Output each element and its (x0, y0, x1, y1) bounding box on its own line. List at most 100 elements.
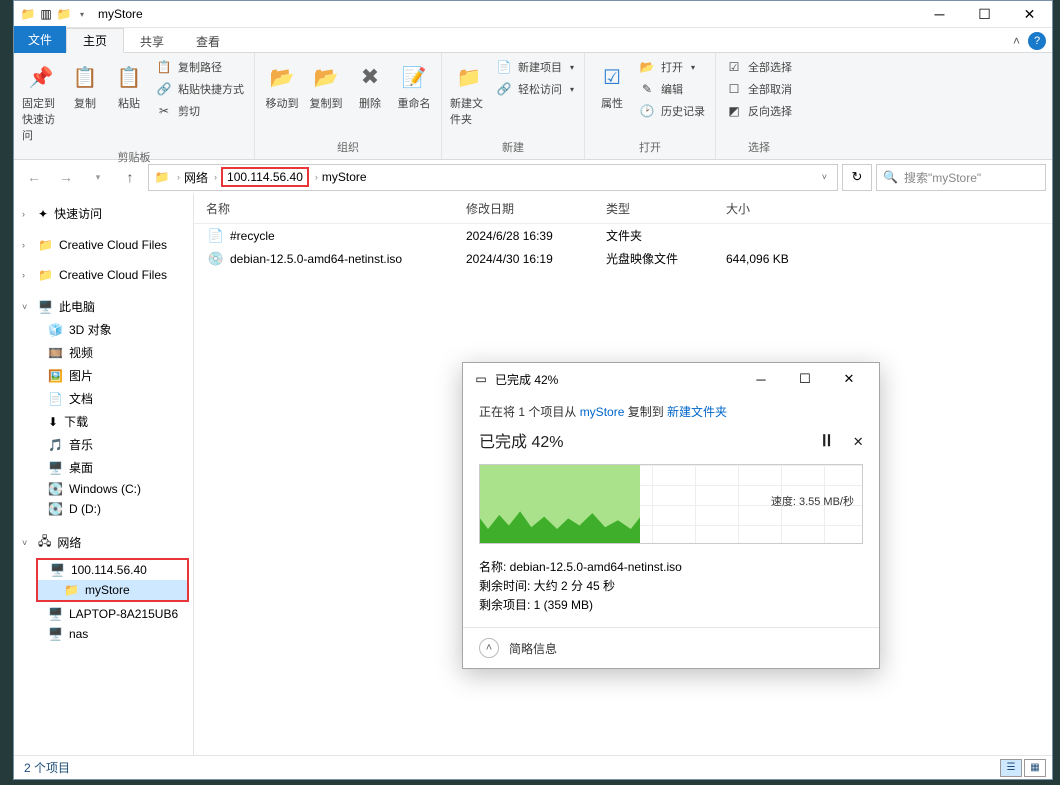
dialog-minimize-button[interactable]: ─ (741, 365, 781, 393)
invert-selection-button[interactable]: ◩反向选择 (722, 101, 796, 121)
nav-this-pc[interactable]: ˅🖥️此电脑 (14, 295, 193, 318)
collapse-ribbon-icon[interactable]: ˄ (1013, 34, 1020, 48)
nav-pictures[interactable]: 🖼️图片 (14, 364, 193, 387)
edit-button[interactable]: ✎编辑 (635, 79, 709, 99)
ribbon-group-open: 属性 📂打开▾ ✎编辑 🕑历史记录 打开 (585, 53, 716, 159)
close-button[interactable]: ✕ (1007, 1, 1052, 28)
help-icon[interactable]: ? (1028, 32, 1046, 50)
column-date[interactable]: 修改日期 (466, 200, 606, 217)
nav-videos[interactable]: 🎞️视频 (14, 341, 193, 364)
detail-time-value: 大约 2 分 45 秒 (534, 579, 615, 593)
new-item-button[interactable]: 📄新建项目▾ (492, 57, 578, 77)
icons-view-button[interactable]: ▦ (1024, 759, 1046, 777)
action-mid: 复制到 (624, 405, 667, 419)
dialog-more-row[interactable]: ˄ 简略信息 (463, 627, 879, 668)
chevron-right-icon[interactable]: › (313, 172, 320, 182)
file-row[interactable]: 📄#recycle2024/6/28 16:39文件夹 (194, 224, 1052, 247)
open-button[interactable]: 📂打开▾ (635, 57, 709, 77)
up-button[interactable]: ↑ (116, 164, 144, 190)
paste-button[interactable]: 粘贴 (108, 57, 150, 115)
search-input[interactable]: 🔍 搜索"myStore" (876, 164, 1046, 191)
move-to-button[interactable]: 移动到 (261, 57, 303, 115)
nav-mystore[interactable]: 📁myStore (38, 580, 187, 600)
select-all-button[interactable]: ☑全部选择 (722, 57, 796, 77)
expand-icon[interactable]: › (22, 270, 32, 280)
column-type[interactable]: 类型 (606, 200, 726, 217)
delete-button[interactable]: 删除 (349, 57, 391, 115)
pin-icon (25, 61, 57, 93)
cut-label: 剪切 (178, 103, 200, 119)
nav-c-drive[interactable]: 💽Windows (C:) (14, 479, 193, 499)
nav-ip-node[interactable]: 🖥️100.114.56.40 (38, 560, 187, 580)
column-name[interactable]: 名称 (206, 200, 466, 217)
source-link[interactable]: myStore (580, 405, 625, 419)
select-none-button[interactable]: ☐全部取消 (722, 79, 796, 99)
tab-home[interactable]: 主页 (66, 28, 124, 53)
item-count: 2 个项目 (24, 759, 70, 776)
new-folder-button[interactable]: 新建文件夹 (448, 57, 490, 131)
nav-label: 图片 (69, 367, 93, 384)
minimize-button[interactable]: ─ (917, 1, 962, 28)
breadcrumb-ip[interactable]: 100.114.56.40 (221, 167, 309, 187)
nav-creative-cloud-1[interactable]: ›📁Creative Cloud Files (14, 235, 193, 255)
nav-laptop[interactable]: 🖥️LAPTOP-8A215UB6 (14, 604, 193, 624)
copy-label: 复制 (74, 95, 96, 111)
file-row[interactable]: 💿debian-12.5.0-amd64-netinst.iso2024/4/3… (194, 247, 1052, 270)
nav-network[interactable]: ˅🖧网络 (14, 529, 193, 556)
nav-creative-cloud-2[interactable]: ›📁Creative Cloud Files (14, 265, 193, 285)
rename-button[interactable]: 重命名 (393, 57, 435, 115)
pc-icon: 🖥️ (48, 627, 63, 641)
cube-icon: 🧊 (48, 323, 63, 337)
pin-quick-access-button[interactable]: 固定到快速访问 (20, 57, 62, 147)
details-view-button[interactable]: ☰ (1000, 759, 1022, 777)
file-type: 文件夹 (606, 227, 726, 244)
dest-link[interactable]: 新建文件夹 (667, 405, 727, 419)
column-size[interactable]: 大小 (726, 200, 826, 217)
address-bar[interactable]: 📁 ›网络 ›100.114.56.40 ›myStore ˅ (148, 164, 838, 191)
copy-button[interactable]: 复制 (64, 57, 106, 115)
collapse-icon[interactable]: ˅ (22, 302, 32, 312)
paste-shortcut-button[interactable]: 🔗粘贴快捷方式 (152, 79, 248, 99)
history-button[interactable]: 🕑历史记录 (635, 101, 709, 121)
nav-3d-objects[interactable]: 🧊3D 对象 (14, 318, 193, 341)
address-dropdown-icon[interactable]: ˅ (816, 170, 833, 184)
nav-documents[interactable]: 📄文档 (14, 387, 193, 410)
copy-path-button[interactable]: 📋复制路径 (152, 57, 248, 77)
cancel-button[interactable]: ✕ (853, 431, 863, 450)
tab-file[interactable]: 文件 (14, 26, 66, 53)
copy-to-button[interactable]: 复制到 (305, 57, 347, 115)
qat-newfolder-icon[interactable]: 📁 (56, 6, 72, 22)
qat-properties-icon[interactable]: ▥ (38, 6, 54, 22)
chevron-right-icon[interactable]: › (212, 172, 219, 182)
nav-music[interactable]: 🎵音乐 (14, 433, 193, 456)
chevron-right-icon[interactable]: › (175, 172, 182, 182)
nav-d-drive[interactable]: 💽D (D:) (14, 499, 193, 519)
recent-locations-button[interactable]: ▾ (84, 164, 112, 190)
dialog-close-button[interactable]: ✕ (829, 365, 869, 393)
easy-access-button[interactable]: 🔗轻松访问▾ (492, 79, 578, 99)
properties-button[interactable]: 属性 (591, 57, 633, 115)
tab-view[interactable]: 查看 (180, 30, 236, 53)
nav-nas[interactable]: 🖥️nas (14, 624, 193, 644)
forward-button[interactable]: → (52, 164, 80, 190)
dialog-maximize-button[interactable]: ☐ (785, 365, 825, 393)
back-button[interactable]: ← (20, 164, 48, 190)
pause-button[interactable]: ⅠⅠ (822, 431, 831, 450)
breadcrumb-folder[interactable]: myStore (322, 170, 367, 184)
qat-customize-icon[interactable]: ▾ (74, 6, 90, 22)
cut-button[interactable]: 剪切 (152, 101, 248, 121)
maximize-button[interactable]: ☐ (962, 1, 1007, 28)
collapse-icon[interactable]: ˅ (22, 538, 32, 548)
nav-desktop[interactable]: 🖥️桌面 (14, 456, 193, 479)
expand-icon[interactable]: › (22, 209, 32, 219)
expand-icon[interactable]: › (22, 240, 32, 250)
nav-quick-access[interactable]: ›✦快速访问 (14, 202, 193, 225)
breadcrumb-network[interactable]: 网络 (184, 169, 208, 186)
nav-downloads[interactable]: ⬇下载 (14, 410, 193, 433)
tab-share[interactable]: 共享 (124, 30, 180, 53)
refresh-button[interactable]: ↻ (842, 164, 872, 191)
speed-label: 速度: 3.55 MB/秒 (771, 493, 854, 509)
move-to-icon (266, 61, 298, 93)
folder-icon: 📁 (64, 583, 79, 597)
file-date: 2024/4/30 16:19 (466, 252, 606, 266)
